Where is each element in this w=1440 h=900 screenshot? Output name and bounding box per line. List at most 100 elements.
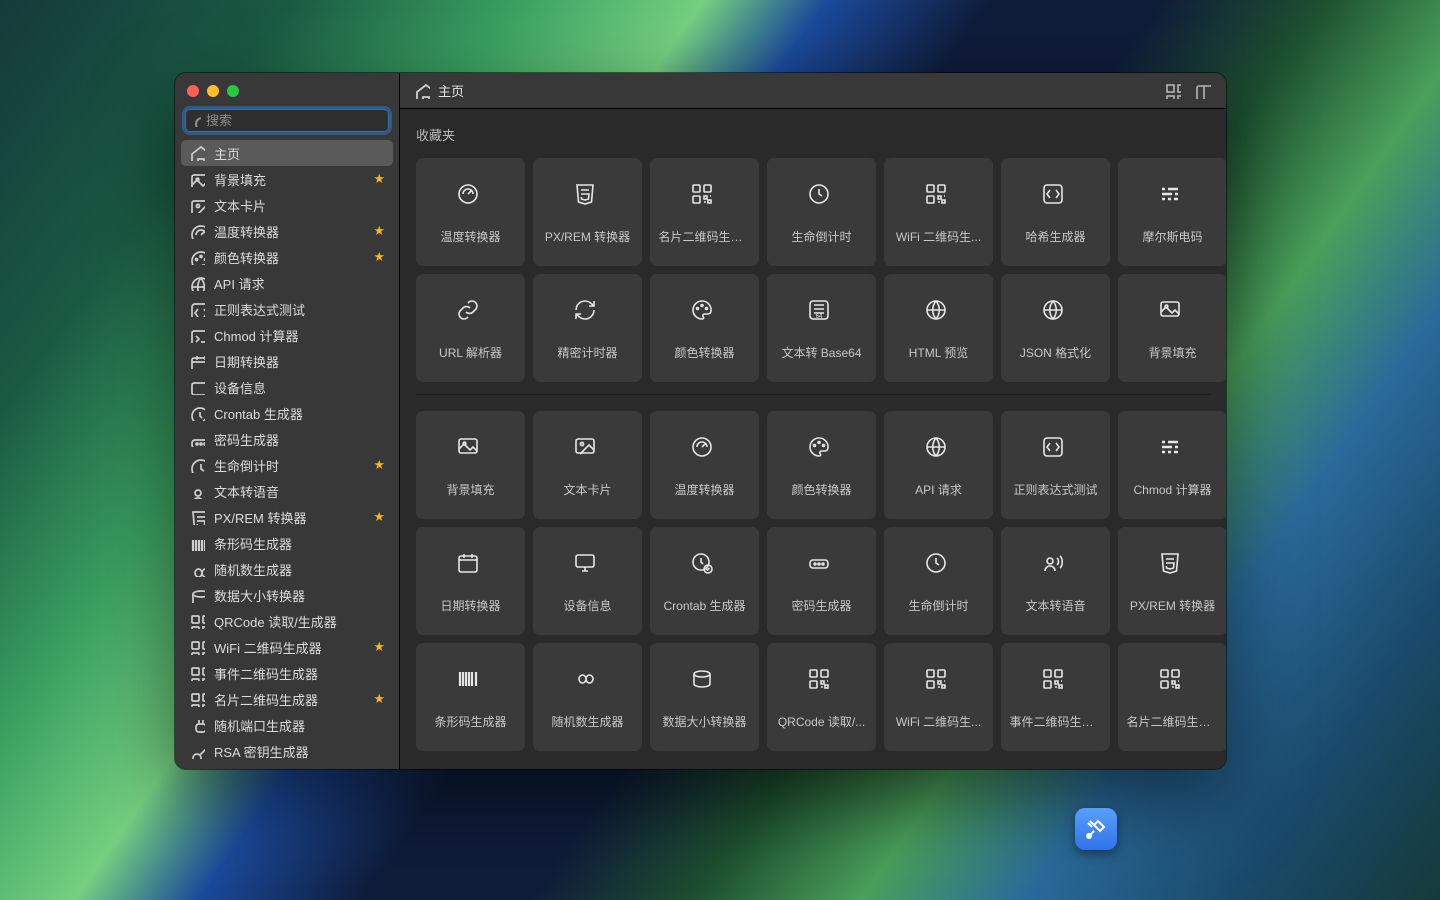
tool-card[interactable]: 精密计时器 [533,274,642,382]
tool-card[interactable]: 生命倒计时 [767,158,876,266]
tool-card[interactable]: API 请求 [884,411,993,519]
tool-card[interactable]: QRCode 读取/... [767,643,876,751]
tool-card[interactable]: 名片二维码生成器 [650,158,759,266]
tool-card-label: 温度转换器 [436,228,504,245]
sidebar-item-label: WiFi 二维码生成器 [214,638,364,657]
tool-card-label: PX/REM 转换器 [1126,597,1219,614]
tool-card[interactable]: 设备信息 [533,527,642,635]
sidebar-item[interactable]: 文本转语音 [181,478,393,504]
sidebar-item[interactable]: 文本卡片 [181,192,393,218]
tool-card-label: 生命倒计时 [904,597,972,614]
brackets-icon [1039,433,1073,467]
infinity-icon [571,665,605,699]
css-icon [1156,549,1190,583]
tool-card[interactable]: 密码生成器 [767,527,876,635]
sidebar-item[interactable]: PX/REM 转换器★ [181,504,393,530]
sidebar-item[interactable]: 背景填充★ [181,166,393,192]
search-field[interactable] [185,109,389,132]
sidebar-item[interactable]: 主页 [181,140,393,166]
tool-card[interactable]: 颜色转换器 [767,411,876,519]
sidebar-item-label: Chmod 计算器 [214,326,385,345]
star-icon: ★ [373,509,385,525]
toggle-sidebar-button[interactable] [1191,80,1213,102]
tool-card-label: 生命倒计时 [787,228,855,245]
star-icon: ★ [373,691,385,707]
tool-card[interactable]: WiFi 二维码生... [884,643,993,751]
speak-icon [1039,549,1073,583]
tool-card-label: 文本卡片 [559,481,615,498]
sidebar-item[interactable]: 设备信息 [181,374,393,400]
sidebar-item[interactable]: 条形码生成器 [181,530,393,556]
sidebar-item[interactable]: 随机端口生成器 [181,712,393,738]
sidebar-item[interactable]: API 请求 [181,270,393,296]
tool-card[interactable]: 生命倒计时 [884,527,993,635]
tool-card[interactable]: PX/REM 转换器 [1118,527,1226,635]
sidebar-item[interactable]: 密码生成器 [181,426,393,452]
sidebar-item[interactable]: 随机数生成器 [181,556,393,582]
tool-card[interactable]: Chmod 计算器 [1118,411,1226,519]
tool-card[interactable]: 文本转 Base64 [767,274,876,382]
plug-icon [189,717,205,733]
tool-card[interactable]: JSON 格式化 [1001,274,1110,382]
sidebar-item[interactable]: 颜色转换器★ [181,244,393,270]
grid-view-button[interactable] [1161,80,1183,102]
qr-icon [189,613,205,629]
tool-card[interactable]: 哈希生成器 [1001,158,1110,266]
sidebar-item[interactable]: 数据大小转换器 [181,582,393,608]
sidebar-item[interactable]: 名片二维码生成器★ [181,686,393,712]
qr-icon [1156,665,1190,699]
tool-card[interactable]: 文本转语音 [1001,527,1110,635]
tool-card-label: 颜色转换器 [670,344,738,361]
tool-card[interactable]: URL 解析器 [416,274,525,382]
sidebar-item[interactable]: QRCode 读取/生成器 [181,608,393,634]
speak-icon [189,483,205,499]
sidebar-item[interactable]: 事件二维码生成器 [181,660,393,686]
monitor-icon [189,379,205,395]
sidebar-item[interactable]: RSA 密钥生成器 [181,738,393,764]
search-input[interactable] [206,113,382,128]
close-button[interactable] [187,85,199,97]
tool-card[interactable]: Crontab 生成器 [650,527,759,635]
sidebar-item[interactable]: Crontab 生成器 [181,400,393,426]
tool-card[interactable]: 随机数生成器 [533,643,642,751]
tool-card[interactable]: 温度转换器 [416,158,525,266]
tool-card[interactable]: PX/REM 转换器 [533,158,642,266]
sidebar-item[interactable]: 日期转换器 [181,348,393,374]
qr-icon [189,691,205,707]
clock-icon [805,180,839,214]
refresh-icon [571,296,605,330]
app-window: 主页背景填充★文本卡片温度转换器★颜色转换器★API 请求正则表达式测试Chmo… [175,73,1226,769]
tool-card[interactable]: 数据大小转换器 [650,643,759,751]
sidebar-item[interactable]: 正则表达式测试 [181,296,393,322]
tool-card-label: WiFi 二维码生... [892,228,985,245]
tool-card[interactable]: 条形码生成器 [416,643,525,751]
tool-card[interactable]: 背景填充 [416,411,525,519]
sidebar-item[interactable]: 生命倒计时★ [181,452,393,478]
dock-app-icon[interactable] [1075,808,1117,850]
tools-icon [1084,817,1108,841]
tool-card[interactable]: WiFi 二维码生... [884,158,993,266]
sidebar-item-label: 背景填充 [214,170,364,189]
tool-card[interactable]: 颜色转换器 [650,274,759,382]
home-icon [414,83,430,99]
header: 主页 [400,73,1226,109]
sidebar-item[interactable]: Chmod 计算器 [181,322,393,348]
barcode-icon [454,665,488,699]
minimize-button[interactable] [207,85,219,97]
tool-card[interactable]: 正则表达式测试 [1001,411,1110,519]
tool-card[interactable]: 事件二维码生成器 [1001,643,1110,751]
tool-card[interactable]: HTML 预览 [884,274,993,382]
maximize-button[interactable] [227,85,239,97]
sidebar-item-label: QRCode 读取/生成器 [214,612,385,631]
sidebar-item[interactable]: 温度转换器★ [181,218,393,244]
image-fill-icon [454,433,488,467]
tool-card[interactable]: 日期转换器 [416,527,525,635]
tool-card[interactable]: 摩尔斯电码 [1118,158,1226,266]
clock-icon [922,549,956,583]
sidebar-item[interactable]: WiFi 二维码生成器★ [181,634,393,660]
tool-card[interactable]: 文本卡片 [533,411,642,519]
tool-card[interactable]: 背景填充 [1118,274,1226,382]
tool-card[interactable]: 名片二维码生成器 [1118,643,1226,751]
tool-card[interactable]: 温度转换器 [650,411,759,519]
sidebar-item-label: 日期转换器 [214,352,385,371]
